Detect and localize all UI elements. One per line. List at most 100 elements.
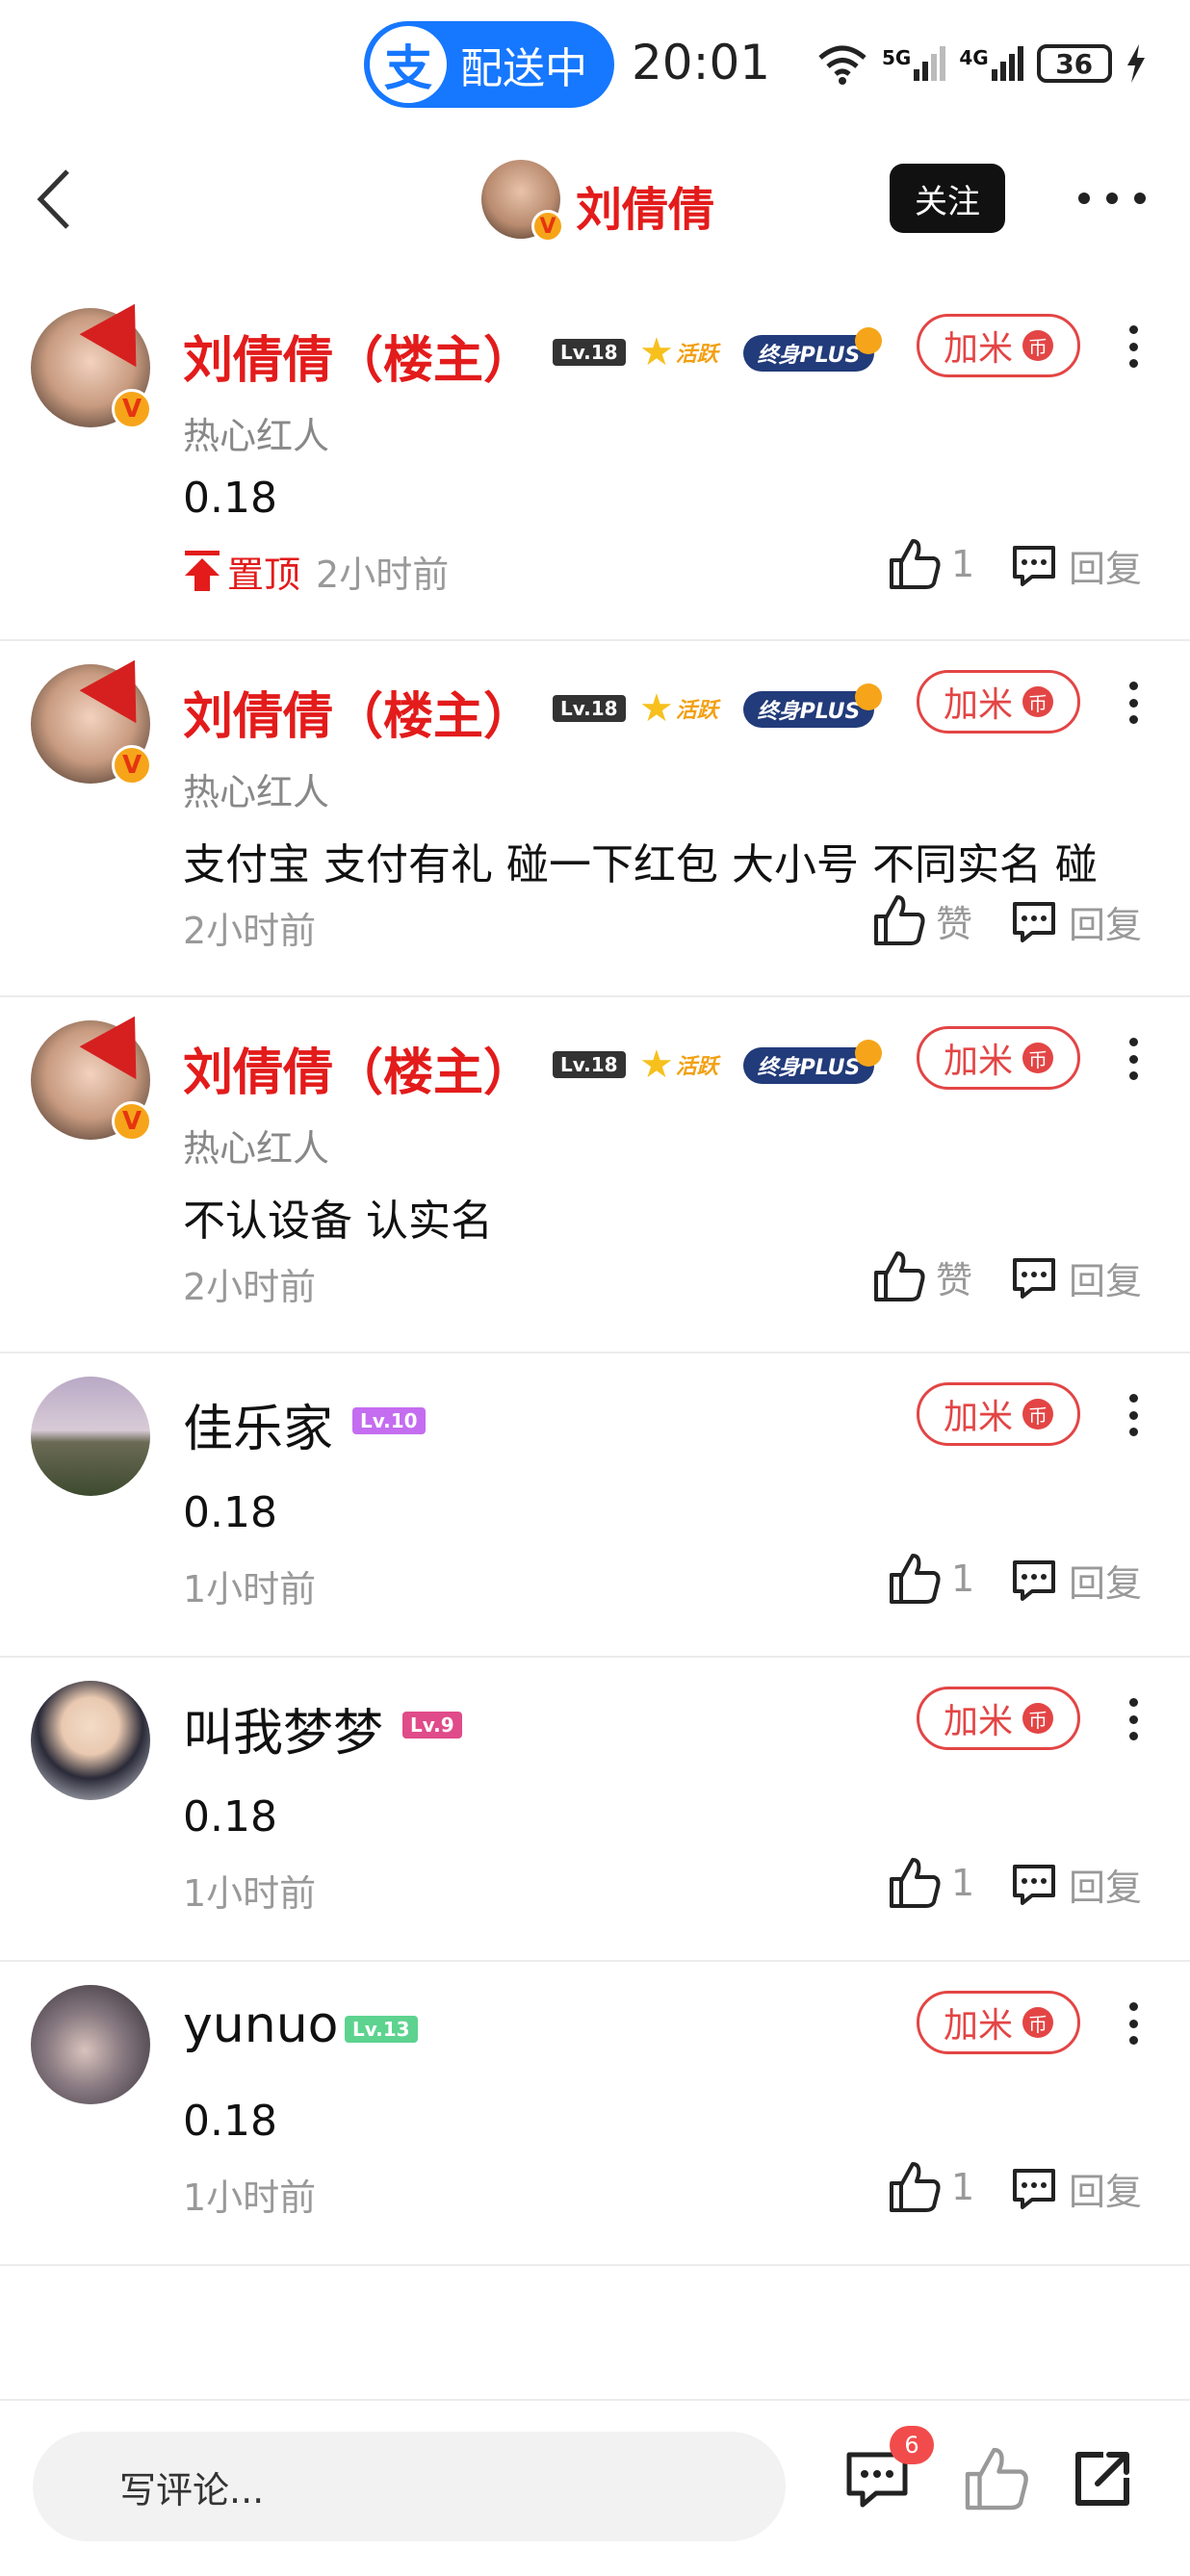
reply-button[interactable]: 回复: [1011, 2162, 1142, 2215]
star-icon: ★: [639, 1043, 674, 1087]
comment-item: V 刘倩倩（楼主） Lv.18 ★ 活跃 终身PLUS 加米币 热心红人 不认设备…: [0, 997, 1190, 1353]
comment-text: 0.18: [183, 2097, 277, 2146]
user-title: 热心红人: [183, 1127, 330, 1170]
coin-icon: 币: [1022, 1703, 1053, 1734]
alipay-delivery-pill[interactable]: 支 配送中: [364, 21, 614, 108]
like-count: 1: [951, 543, 975, 585]
signal-5g-icon: 5G: [882, 46, 946, 81]
coin-icon: 币: [1022, 686, 1053, 717]
verified-icon: V: [112, 745, 152, 786]
reply-button[interactable]: 回复: [1011, 1554, 1142, 1607]
more-icon[interactable]: [1078, 189, 1146, 208]
comment-item: 叫我梦梦 Lv.9 加米币 0.18 1小时前 1 回复: [0, 1658, 1190, 1962]
comment-item: yunuo Lv.13 加米币 0.18 1小时前 1 回复: [0, 1962, 1190, 2266]
jiami-button[interactable]: 加米币: [917, 1991, 1080, 2054]
username[interactable]: yunuo: [183, 1996, 338, 2054]
system-icons: 5G 4G 36: [816, 35, 1147, 92]
battery-icon: 36: [1036, 44, 1112, 83]
like-button[interactable]: 1: [888, 537, 974, 591]
like-button[interactable]: 赞: [872, 893, 972, 947]
like-count: 1: [951, 2166, 975, 2208]
comment-bubble-icon: [1013, 1559, 1055, 1601]
comment-bubble-icon: [1013, 1257, 1055, 1299]
jiami-button[interactable]: 加米币: [917, 314, 1080, 377]
like-button[interactable]: 1: [888, 2160, 974, 2214]
avatar[interactable]: V: [31, 643, 164, 786]
active-label: 活跃: [675, 699, 718, 723]
avatar[interactable]: [31, 1681, 150, 1800]
reply-button[interactable]: 回复: [1011, 1251, 1142, 1304]
level-badge: Lv.10: [352, 1407, 426, 1434]
active-label: 活跃: [675, 1055, 718, 1079]
comment-bubble-icon: [1013, 1864, 1055, 1905]
comment-item: V 刘倩倩（楼主） Lv.18 ★ 活跃 终身PLUS 加米币 热心红人 0.18…: [0, 285, 1190, 641]
comment-input[interactable]: 写评论...: [33, 2432, 786, 2541]
username[interactable]: 刘倩倩（楼主）: [183, 1032, 533, 1104]
level-badge: Lv.9: [402, 1712, 462, 1739]
reply-button[interactable]: 回复: [1011, 895, 1142, 948]
comment-bubble-icon: [1013, 545, 1055, 586]
comment-text: 不认设备 认实名: [183, 1197, 493, 1246]
comment-input-placeholder: 写评论...: [119, 2468, 265, 2512]
reply-button[interactable]: 回复: [1011, 1858, 1142, 1911]
avatar[interactable]: V: [31, 999, 164, 1142]
comment-time: 2小时前: [183, 1266, 317, 1308]
verified-icon: V: [531, 210, 564, 243]
username[interactable]: 刘倩倩（楼主）: [183, 676, 533, 748]
reply-button[interactable]: 回复: [1011, 539, 1142, 592]
thumbs-up-icon: [874, 895, 925, 945]
comment-text: 0.18: [183, 1488, 277, 1537]
like-count: 赞: [936, 1258, 973, 1301]
network-5g-label: 5G: [882, 46, 912, 69]
jiami-label: 加米: [943, 1702, 1013, 1741]
comment-text: 0.18: [183, 474, 277, 523]
username[interactable]: 叫我梦梦: [183, 1692, 383, 1765]
reply-label: 回复: [1069, 1260, 1143, 1302]
share-icon[interactable]: [1069, 2445, 1136, 2512]
pinned-tag: 置顶: [183, 545, 300, 598]
like-button[interactable]: 1: [888, 1856, 974, 1910]
avatar[interactable]: [31, 1377, 150, 1496]
comment-time: 2小时前: [183, 910, 317, 952]
like-button[interactable]: 1: [888, 1552, 974, 1606]
like-button[interactable]: 赞: [872, 1249, 972, 1303]
level-badge: Lv.18: [553, 339, 626, 366]
username[interactable]: 佳乐家: [183, 1388, 333, 1460]
jiami-button[interactable]: 加米币: [917, 1687, 1080, 1750]
active-label: 活跃: [675, 343, 718, 367]
thumbs-up-icon: [890, 1858, 941, 1908]
page-title: 刘倩倩: [576, 183, 715, 237]
avatar[interactable]: [31, 1985, 150, 2104]
clock: 20:01: [632, 35, 771, 90]
kebab-menu-icon[interactable]: [1128, 325, 1138, 368]
user-title: 热心红人: [183, 771, 330, 813]
follow-button[interactable]: 关注: [890, 164, 1005, 233]
kebab-menu-icon[interactable]: [1128, 1698, 1138, 1740]
plus-badge: 终身PLUS: [743, 327, 882, 372]
kebab-menu-icon[interactable]: [1128, 1038, 1138, 1080]
jiami-label: 加米: [943, 685, 1013, 725]
coin-icon: 币: [1022, 2007, 1053, 2038]
reply-label: 回复: [1069, 904, 1143, 946]
jiami-button[interactable]: 加米币: [917, 670, 1080, 734]
comment-time: 1小时前: [183, 1568, 317, 1610]
comment-bubble-icon: [1013, 901, 1055, 942]
comment-time: 2小时前: [316, 554, 450, 596]
back-arrow-icon[interactable]: [29, 166, 87, 233]
coin-icon: 币: [1022, 1043, 1053, 1073]
plus-label: 终身PLUS: [757, 1056, 861, 1080]
username[interactable]: 刘倩倩（楼主）: [183, 320, 533, 392]
active-badge: ★ 活跃: [639, 1043, 718, 1087]
coin-icon: 币: [1022, 330, 1053, 361]
avatar[interactable]: V: [31, 287, 164, 429]
like-count: 1: [951, 1862, 975, 1904]
jiami-button[interactable]: 加米币: [917, 1382, 1080, 1446]
comment-meta: 1小时前: [183, 1864, 316, 1917]
network-4g-label: 4G: [959, 46, 989, 69]
header-avatar[interactable]: V: [481, 160, 564, 243]
kebab-menu-icon[interactable]: [1128, 682, 1138, 724]
jiami-button[interactable]: 加米币: [917, 1026, 1080, 1090]
kebab-menu-icon[interactable]: [1128, 2002, 1138, 2045]
thumbs-up-icon[interactable]: [963, 2445, 1030, 2512]
kebab-menu-icon[interactable]: [1128, 1394, 1138, 1436]
